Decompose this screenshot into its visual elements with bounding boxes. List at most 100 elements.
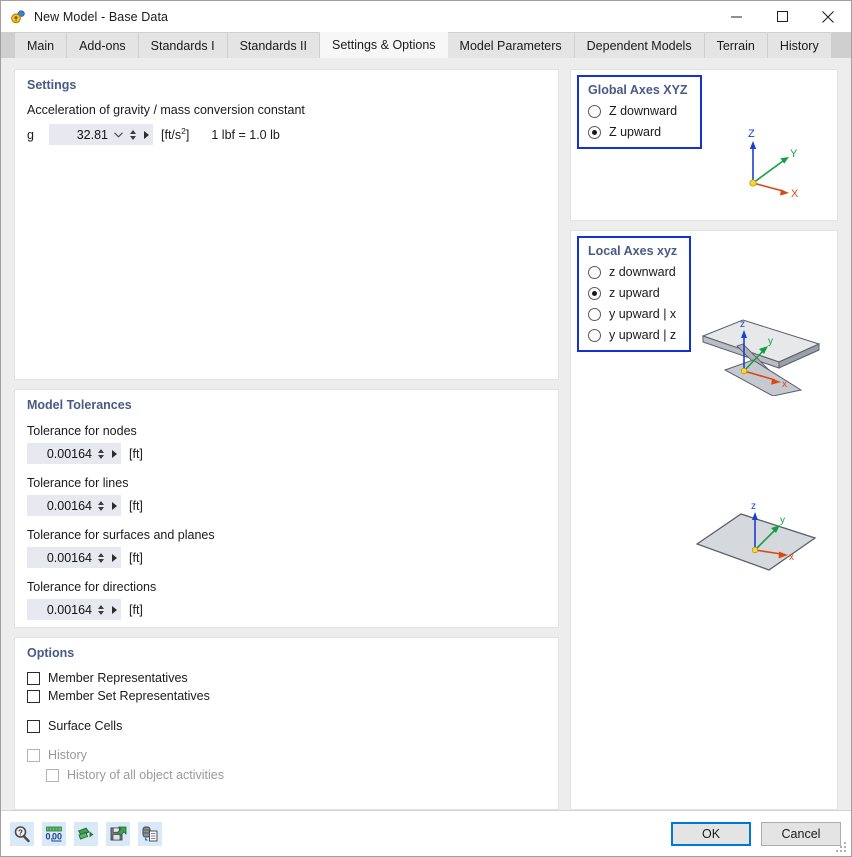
svg-text:y: y	[780, 515, 785, 526]
gravity-label: Acceleration of gravity / mass conversio…	[27, 103, 305, 117]
checkbox-member-representatives[interactable]: Member Representatives	[15, 671, 558, 685]
model-tolerances-group: Model Tolerances Tolerance for nodes 0.0…	[14, 389, 559, 628]
tab-standards-ii[interactable]: Standards II	[227, 33, 320, 58]
tolerance-directions-stepper[interactable]	[96, 602, 105, 618]
gravity-row: g 32.81 [ft/s2] 1 lbf = 1.0 lb	[15, 124, 558, 145]
tab-content-settings-options: Settings Acceleration of gravity / mass …	[1, 58, 851, 810]
checkbox-surface-cells[interactable]: Surface Cells	[15, 719, 558, 733]
svg-text:x: x	[782, 379, 787, 390]
tolerance-lines-stepper[interactable]	[96, 498, 105, 514]
radio-label: y upward | x	[609, 307, 677, 321]
conversion-note: 1 lbf = 1.0 lb	[211, 127, 280, 142]
checkbox-history: History	[15, 748, 558, 762]
tab-settings-and-options[interactable]: Settings & Options	[320, 32, 448, 58]
svg-text:X: X	[791, 188, 799, 200]
tolerance-surfaces-input[interactable]: 0.00164	[27, 547, 121, 568]
tolerance-surfaces-label: Tolerance for surfaces and planes	[27, 528, 215, 542]
save-icon[interactable]	[106, 821, 130, 846]
model-tolerances-title: Model Tolerances	[27, 398, 132, 412]
tolerance-surfaces-unit: [ft]	[129, 550, 143, 565]
radio-local-z-downward[interactable]: z downward	[588, 265, 677, 279]
tolerance-lines-input[interactable]: 0.00164	[27, 495, 121, 516]
global-axes-panel: Global Axes XYZ Z downward Z upward Z Y …	[570, 69, 838, 221]
tolerance-nodes-expand-icon[interactable]	[112, 449, 117, 458]
gravity-unit: [ft/s2]	[161, 126, 189, 142]
svg-text:00: 00	[52, 831, 62, 841]
tab-add-ons[interactable]: Add-ons	[67, 33, 139, 58]
import-icon[interactable]	[74, 821, 98, 846]
checkbox-member-set-representatives[interactable]: Member Set Representatives	[15, 689, 558, 703]
tolerance-nodes-unit: [ft]	[129, 446, 143, 461]
svg-text:z: z	[751, 501, 756, 512]
checkbox-label: History of all object activities	[67, 768, 225, 782]
radio-label: z downward	[609, 265, 676, 279]
cancel-button[interactable]: Cancel	[761, 821, 841, 846]
radio-global-z-downward[interactable]: Z downward	[588, 104, 688, 118]
radio-local-y-upward-x[interactable]: y upward | x	[588, 307, 677, 321]
tab-terrain[interactable]: Terrain	[704, 33, 768, 58]
number-format-icon[interactable]: 0, 00	[42, 821, 66, 846]
tab-dependent-models[interactable]: Dependent Models	[574, 33, 705, 58]
copy-icon[interactable]	[138, 821, 162, 846]
tolerance-directions-input[interactable]: 0.00164	[27, 599, 121, 620]
tolerance-surfaces-row: 0.00164 [ft]	[15, 547, 558, 568]
tab-standards-i[interactable]: Standards I	[138, 33, 228, 58]
checkbox-icon[interactable]	[27, 689, 40, 703]
close-button[interactable]	[805, 1, 851, 32]
minimize-button[interactable]	[713, 1, 759, 32]
tolerance-lines-expand-icon[interactable]	[112, 501, 117, 510]
chevron-down-icon[interactable]	[112, 131, 124, 138]
tolerance-lines-label: Tolerance for lines	[27, 476, 129, 490]
tolerance-directions-value: 0.00164	[46, 602, 92, 617]
tolerance-lines-row: 0.00164 [ft]	[15, 495, 558, 516]
checkbox-icon[interactable]	[27, 671, 40, 685]
tolerance-directions-unit: [ft]	[129, 602, 143, 617]
checkbox-icon	[27, 748, 40, 762]
local-axes-beam-graphic: z y x	[691, 314, 821, 399]
tolerance-nodes-label: Tolerance for nodes	[27, 424, 137, 438]
help-magnifier-icon[interactable]: ?	[10, 821, 34, 846]
gravity-expand-icon[interactable]	[144, 130, 149, 139]
svg-text:?: ?	[18, 828, 23, 837]
checkbox-label: Member Set Representatives	[48, 689, 210, 703]
radio-icon[interactable]	[588, 307, 601, 321]
gravity-input[interactable]: 32.81	[49, 124, 153, 145]
radio-icon[interactable]	[588, 104, 601, 118]
radio-icon[interactable]	[588, 125, 601, 139]
radio-local-y-upward-z[interactable]: y upward | z	[588, 328, 677, 342]
settings-group: Settings Acceleration of gravity / mass …	[14, 69, 559, 380]
tolerance-nodes-input[interactable]: 0.00164	[27, 443, 121, 464]
radio-icon[interactable]	[588, 265, 601, 279]
gravity-stepper[interactable]	[128, 127, 137, 143]
tolerance-nodes-stepper[interactable]	[96, 446, 105, 462]
radio-local-z-upward[interactable]: z upward	[588, 286, 677, 300]
gravity-symbol: g	[27, 127, 34, 142]
resize-grip[interactable]	[836, 842, 848, 854]
svg-text:z: z	[740, 319, 745, 330]
tolerance-nodes-row: 0.00164 [ft]	[15, 443, 558, 464]
radio-icon[interactable]	[588, 328, 601, 342]
title-bar: New Model - Base Data	[1, 1, 851, 32]
maximize-button[interactable]	[759, 1, 805, 32]
radio-label: z upward	[609, 286, 660, 300]
svg-text:Y: Y	[790, 148, 798, 160]
tab-main[interactable]: Main	[15, 33, 68, 58]
tab-history[interactable]: History	[767, 33, 832, 58]
ok-button[interactable]: OK	[671, 821, 751, 846]
tolerance-surfaces-expand-icon[interactable]	[112, 553, 117, 562]
tab-model-parameters[interactable]: Model Parameters	[447, 33, 575, 58]
radio-global-z-upward[interactable]: Z upward	[588, 125, 688, 139]
tolerance-surfaces-stepper[interactable]	[96, 550, 105, 566]
tolerance-directions-expand-icon[interactable]	[112, 605, 117, 614]
checkbox-icon[interactable]	[27, 719, 40, 733]
window-title: New Model - Base Data	[34, 9, 169, 24]
radio-icon[interactable]	[588, 286, 601, 300]
local-axes-surface-graphic: z y x	[693, 496, 819, 581]
checkbox-label: Surface Cells	[48, 719, 123, 733]
svg-text:Z: Z	[748, 128, 755, 140]
tab-bar: Main Add-ons Standards I Standards II Se…	[1, 32, 851, 58]
dialog-buttons: OK Cancel	[671, 821, 841, 846]
window-controls	[713, 1, 851, 32]
checkbox-history-all-object-activities: History of all object activities	[15, 768, 558, 782]
local-axes-group: Local Axes xyz z downward z upward y upw…	[577, 236, 692, 352]
